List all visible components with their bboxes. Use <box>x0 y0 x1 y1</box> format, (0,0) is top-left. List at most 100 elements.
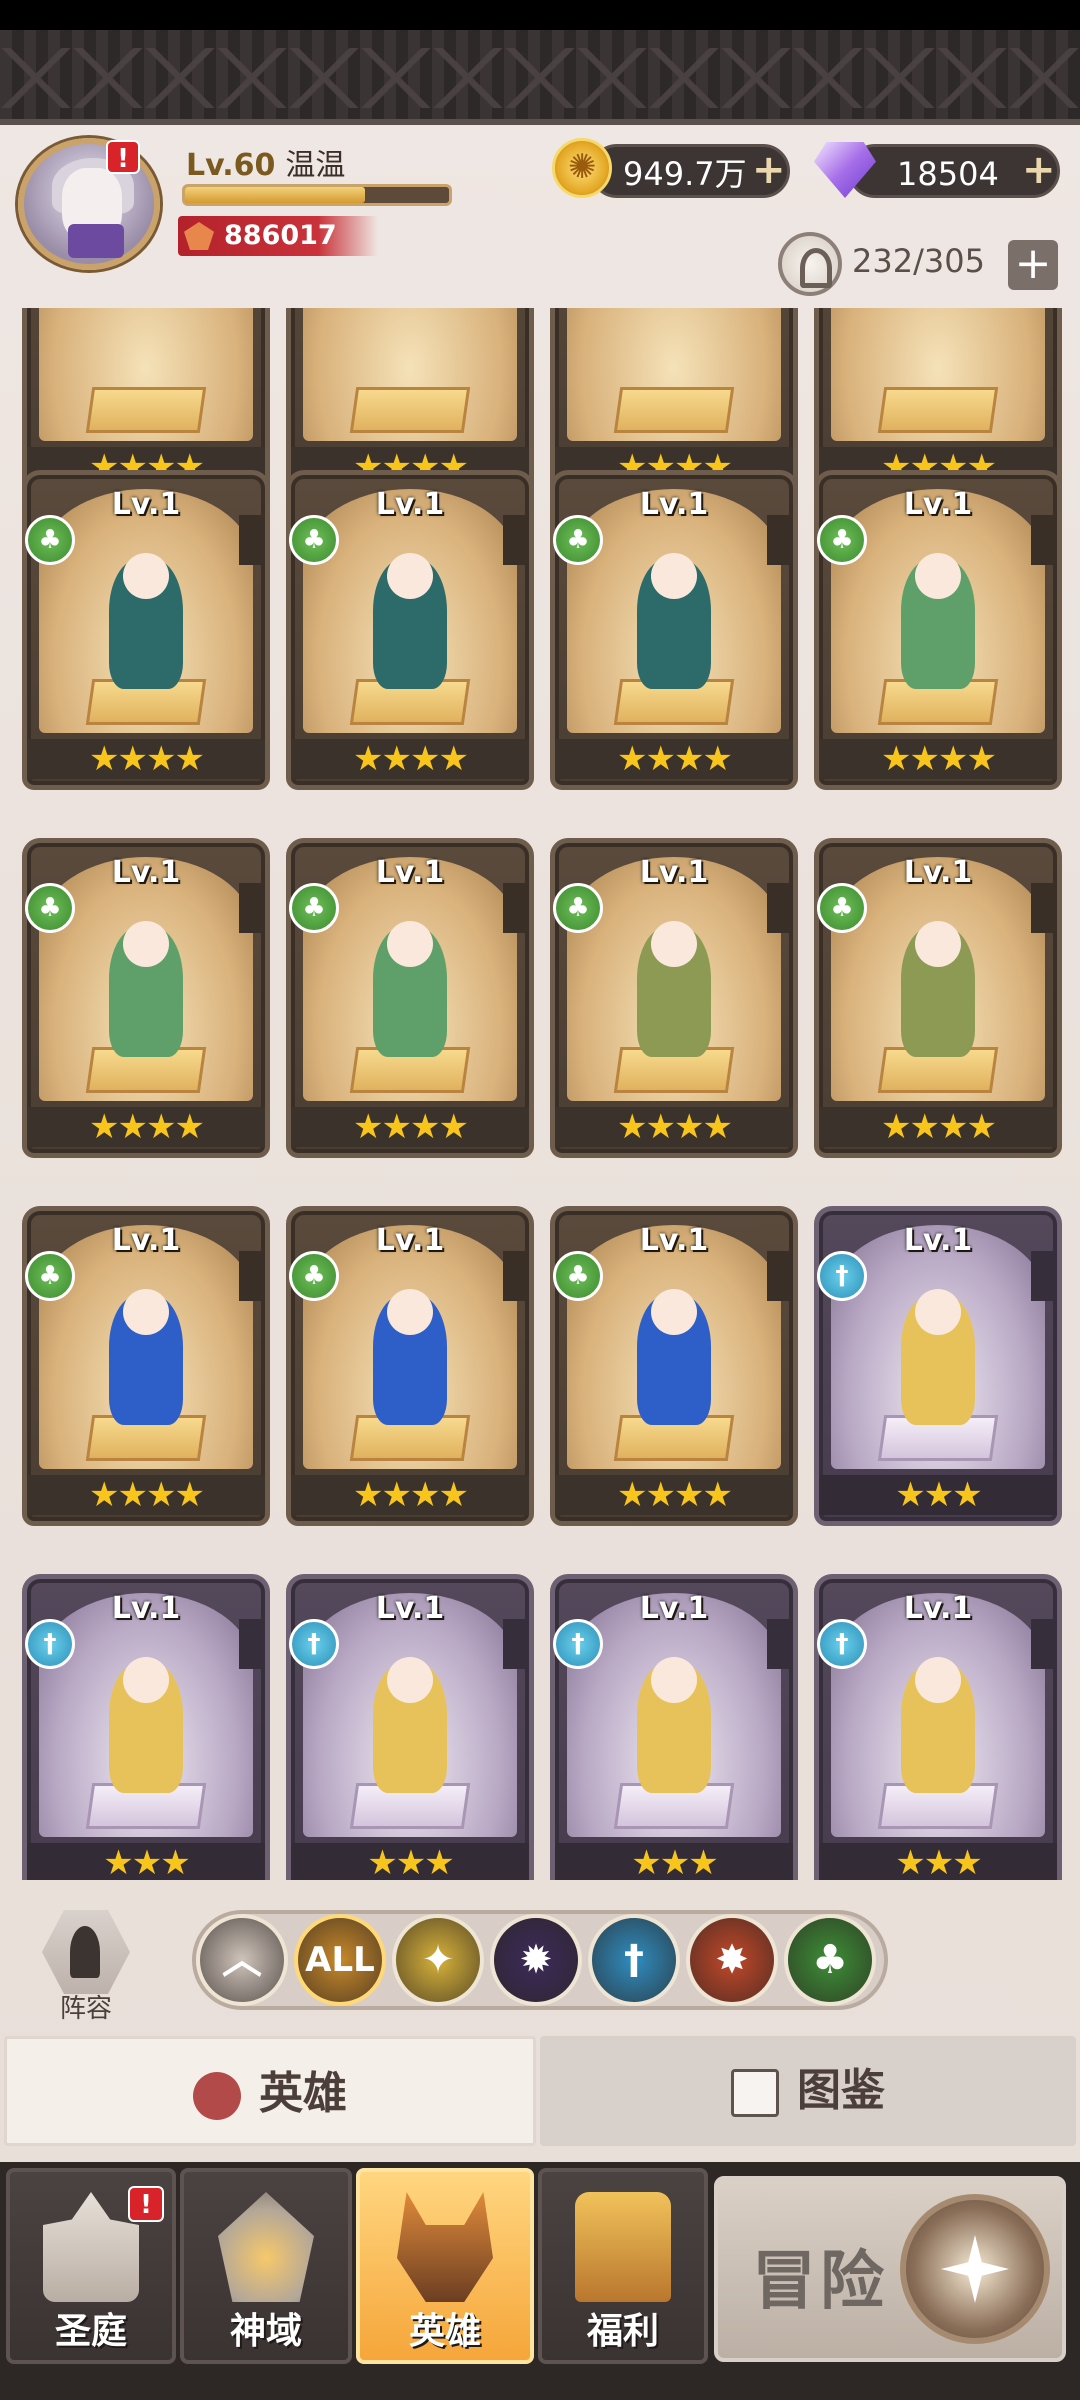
hero-card[interactable]: Lv.1 † ★★★ <box>286 1574 534 1880</box>
hero-star-rating: ★★★★ <box>291 1475 529 1515</box>
hero-card[interactable]: Lv.1 † ★★★ <box>22 1574 270 1880</box>
hero-card[interactable]: Lv.1 ♣ ★★★★ <box>286 470 534 790</box>
nature-class-icon: ♣ <box>553 883 603 933</box>
hero-star-rating: ★★★★ <box>555 1107 793 1147</box>
status-bar <box>0 0 1080 30</box>
hero-sprite <box>109 1289 183 1425</box>
hero-star-rating: ★★★★ <box>291 1107 529 1147</box>
hero-star-rating: ★★★ <box>555 1843 793 1880</box>
hero-card[interactable]: Lv.1 † ★★★ <box>550 1574 798 1880</box>
hero-level: Lv.1 <box>639 487 709 522</box>
hero-card[interactable]: Lv.1 ♣ ★★★★ <box>550 838 798 1158</box>
nature-class-icon[interactable]: ♣ <box>784 1914 876 2006</box>
lineup-button[interactable]: 阵容 <box>30 1910 142 2024</box>
card-corner-decor <box>767 1619 789 1669</box>
nature-class-icon: ♣ <box>817 883 867 933</box>
hero-level: Lv.1 <box>639 855 709 890</box>
hero-card[interactable]: Lv.1 † ★★★ <box>814 1206 1062 1526</box>
hero-sprite <box>373 1289 447 1425</box>
hero-sprite <box>901 1289 975 1425</box>
dark-class-icon[interactable]: ✹ <box>490 1914 582 2006</box>
hero-card[interactable]: Lv.1 ♣ ★★★★ <box>550 470 798 790</box>
beast-class-icon[interactable]: ✸ <box>686 1914 778 2006</box>
holy-class-icon: † <box>817 1251 867 1301</box>
hero-star-rating: ★★★ <box>27 1843 265 1880</box>
hero-star-rating: ★★★★ <box>27 739 265 779</box>
hero-sprite <box>901 921 975 1057</box>
gold-coin-icon <box>552 138 612 198</box>
hero-card[interactable]: Lv.1 ♣ ★★★★ <box>286 1206 534 1526</box>
hero-sprite <box>637 921 711 1057</box>
hero-level: Lv.1 <box>111 1591 181 1626</box>
exp-bar <box>182 184 452 206</box>
chess-pawn-icon <box>70 1926 100 1978</box>
hero-level: Lv.1 <box>903 1591 973 1626</box>
add-diamond-plus-icon[interactable]: + <box>1022 150 1056 190</box>
player-level: Lv.60 <box>186 148 276 183</box>
card-corner-decor <box>239 515 261 565</box>
hero-star-rating: ★★★ <box>291 1843 529 1880</box>
chevron-up-icon[interactable]: ︿ <box>196 1914 288 2006</box>
nature-class-icon: ♣ <box>289 515 339 565</box>
nav-heroes[interactable]: 英雄 <box>356 2168 534 2364</box>
card-corner-decor <box>767 883 789 933</box>
hero-card[interactable]: Lv.1 ♣ ★★★★ <box>286 838 534 1158</box>
treasure-chest-icon <box>575 2192 671 2302</box>
hero-card[interactable]: Lv.1 ♣ ★★★★ <box>814 470 1062 790</box>
hero-level: Lv.1 <box>375 855 445 890</box>
hero-level: Lv.1 <box>375 1223 445 1258</box>
tab-heroes[interactable]: 英雄 <box>4 2036 536 2146</box>
hero-level: Lv.1 <box>111 1223 181 1258</box>
nature-class-icon: ♣ <box>817 515 867 565</box>
hero-card[interactable]: Lv.1 ♣ ★★★★ <box>22 1206 270 1526</box>
hero-pedestal <box>349 387 471 433</box>
card-corner-decor <box>239 1619 261 1669</box>
all-filter[interactable]: ALL <box>294 1914 386 2006</box>
card-corner-decor <box>1031 883 1053 933</box>
codex-book-icon <box>731 2069 779 2117</box>
adventure-button[interactable]: 冒险 <box>714 2176 1066 2362</box>
hero-star-rating: ★★★★ <box>819 739 1057 779</box>
holy-class-icon[interactable]: † <box>588 1914 680 2006</box>
nav-heroes-label: 英雄 <box>408 2311 481 2352</box>
hero-sprite <box>637 1657 711 1793</box>
nav-divine-realm[interactable]: 神域 <box>180 2168 352 2364</box>
card-corner-decor <box>503 1251 525 1301</box>
nature-class-icon: ♣ <box>553 515 603 565</box>
hero-level: Lv.1 <box>111 855 181 890</box>
card-corner-decor <box>767 515 789 565</box>
hero-card[interactable]: Lv.1 ♣ ★★★★ <box>550 1206 798 1526</box>
hero-sprite <box>109 553 183 689</box>
hero-star-rating: ★★★ <box>819 1475 1057 1515</box>
light-class-icon[interactable]: ✦ <box>392 1914 484 2006</box>
top-decor-band <box>0 30 1080 125</box>
nature-class-icon: ♣ <box>289 1251 339 1301</box>
hero-card[interactable]: Lv.1 ♣ ★★★★ <box>22 470 270 790</box>
hero-level: Lv.1 <box>375 487 445 522</box>
card-corner-decor <box>1031 515 1053 565</box>
hero-star-rating: ★★★★ <box>555 1475 793 1515</box>
card-corner-decor <box>239 1251 261 1301</box>
hero-sprite <box>901 553 975 689</box>
lineup-label: 阵容 <box>59 1994 112 2024</box>
hero-star-rating: ★★★ <box>819 1843 1057 1880</box>
card-corner-decor <box>503 883 525 933</box>
expand-capacity-plus-icon[interactable]: + <box>1008 240 1058 290</box>
hero-card[interactable]: Lv.1 † ★★★ <box>814 1574 1062 1880</box>
card-corner-decor <box>767 1251 789 1301</box>
hero-pedestal <box>613 387 735 433</box>
hero-grid[interactable]: ★★★★ ★★★★ ★★★★ ★★★★ Lv.1 ♣ ★★★★ Lv.1 ♣ ★★★★ Lv.1 ♣ ★… <box>0 308 1080 1880</box>
tab-heroes-label: 英雄 <box>259 2068 347 2119</box>
player-level-name: Lv.60 温温 <box>186 140 345 184</box>
nav-welfare[interactable]: 福利 <box>538 2168 708 2364</box>
hero-star-rating: ★★★★ <box>27 1475 265 1515</box>
tab-codex[interactable]: 图鉴 <box>540 2036 1076 2146</box>
nature-class-icon: ♣ <box>25 515 75 565</box>
hero-card[interactable]: Lv.1 ♣ ★★★★ <box>814 838 1062 1158</box>
hero-sprite <box>373 1657 447 1793</box>
card-corner-decor <box>503 1619 525 1669</box>
hero-star-rating: ★★★★ <box>291 739 529 779</box>
add-gold-plus-icon[interactable]: + <box>752 150 786 190</box>
hero-card[interactable]: Lv.1 ♣ ★★★★ <box>22 838 270 1158</box>
hero-sprite <box>373 921 447 1057</box>
